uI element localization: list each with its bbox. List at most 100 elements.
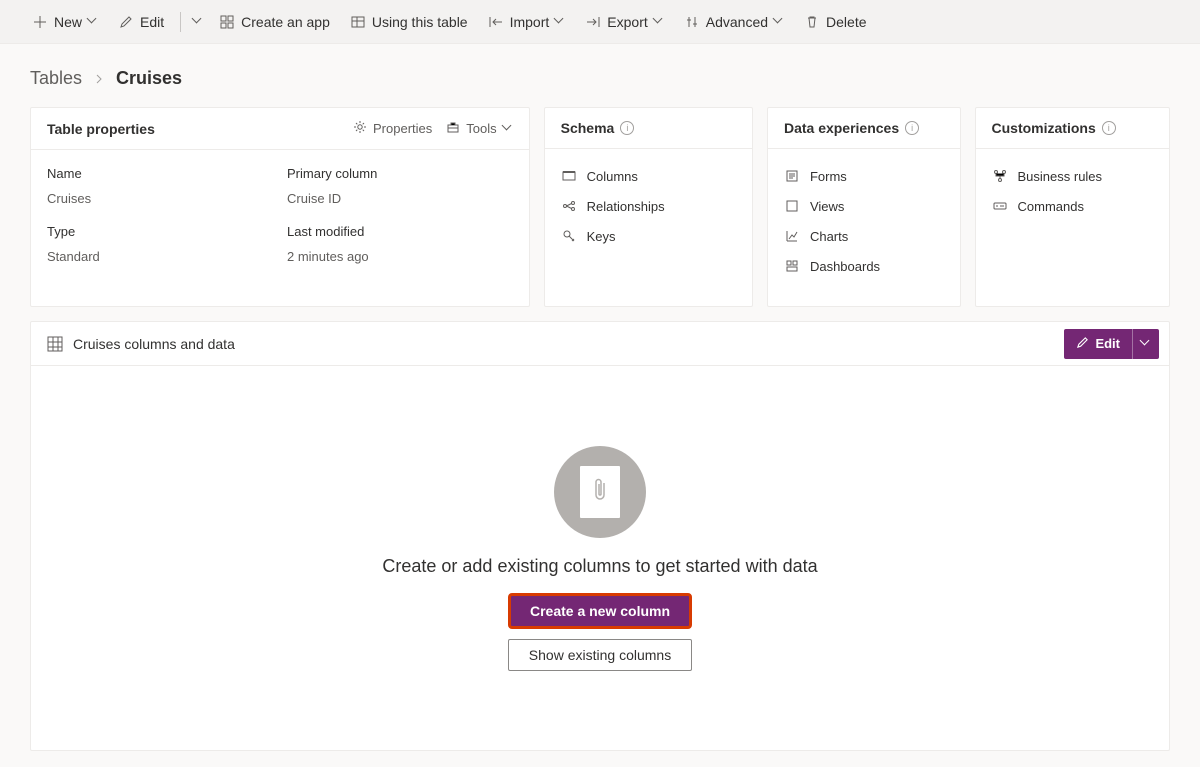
last-modified-value: 2 minutes ago <box>287 249 377 264</box>
last-modified-label: Last modified <box>287 224 377 239</box>
name-value: Cruises <box>47 191 247 206</box>
edit-dropdown-button[interactable] <box>1133 329 1159 359</box>
breadcrumb: Tables Cruises <box>0 44 1200 107</box>
chevron-down-icon <box>503 124 513 134</box>
new-label: New <box>54 14 82 30</box>
columns-label: Columns <box>587 169 638 184</box>
chevron-down-icon <box>555 17 565 27</box>
export-button[interactable]: Export <box>577 8 671 36</box>
command-bar: New Edit Create an app Using this table … <box>0 0 1200 44</box>
chevron-down-icon <box>193 17 203 27</box>
schema-card: Schema i Columns Relationships <box>544 107 753 307</box>
data-experiences-header: Data experiences i <box>768 108 960 149</box>
edit-data-label: Edit <box>1095 336 1120 351</box>
tools-link[interactable]: Tools <box>446 120 512 137</box>
properties-card: Table properties Properties Tools <box>30 107 530 307</box>
paperclip-icon <box>590 476 610 507</box>
edit-split-button: Edit <box>1064 329 1159 359</box>
schema-title: Schema <box>561 120 615 136</box>
type-value: Standard <box>47 249 247 264</box>
info-icon[interactable]: i <box>620 121 634 135</box>
name-label: Name <box>47 166 247 181</box>
create-column-button[interactable]: Create a new column <box>510 595 690 627</box>
export-icon <box>585 14 601 30</box>
properties-card-header: Table properties Properties Tools <box>31 108 529 150</box>
chevron-down-icon <box>774 17 784 27</box>
schema-card-header: Schema i <box>545 108 752 149</box>
using-table-label: Using this table <box>372 14 468 30</box>
commands-icon <box>992 198 1008 214</box>
edit-label: Edit <box>140 14 164 30</box>
primary-column-label: Primary column <box>287 166 377 181</box>
charts-link[interactable]: Charts <box>776 221 952 251</box>
relationships-link[interactable]: Relationships <box>553 191 744 221</box>
views-link[interactable]: Views <box>776 191 952 221</box>
views-icon <box>784 198 800 214</box>
columns-data-header: Cruises columns and data Edit <box>31 322 1169 366</box>
properties-link[interactable]: Properties <box>353 120 432 137</box>
columns-data-section: Cruises columns and data Edit Create or <box>30 321 1170 751</box>
charts-label: Charts <box>810 229 848 244</box>
relationships-label: Relationships <box>587 199 665 214</box>
commands-label: Commands <box>1018 199 1084 214</box>
plus-icon <box>32 14 48 30</box>
export-label: Export <box>607 14 647 30</box>
primary-column-value: Cruise ID <box>287 191 377 206</box>
customizations-header: Customizations i <box>976 108 1170 149</box>
views-label: Views <box>810 199 844 214</box>
settings-icon <box>684 14 700 30</box>
pencil-icon <box>1076 336 1089 352</box>
keys-label: Keys <box>587 229 616 244</box>
edit-data-button[interactable]: Edit <box>1064 329 1132 359</box>
import-button[interactable]: Import <box>480 8 574 36</box>
branch-icon <box>992 168 1008 184</box>
columns-icon <box>561 168 577 184</box>
breadcrumb-root[interactable]: Tables <box>30 68 82 89</box>
forms-link[interactable]: Forms <box>776 161 952 191</box>
data-experiences-title: Data experiences <box>784 120 899 136</box>
delete-button[interactable]: Delete <box>796 8 874 36</box>
app-icon <box>219 14 235 30</box>
dashboards-icon <box>784 258 800 274</box>
chevron-down-icon <box>654 17 664 27</box>
create-app-button[interactable]: Create an app <box>211 8 338 36</box>
charts-icon <box>784 228 800 244</box>
pencil-icon <box>118 14 134 30</box>
edit-button[interactable]: Edit <box>110 8 172 36</box>
chevron-down-icon <box>88 17 98 27</box>
info-icon[interactable]: i <box>905 121 919 135</box>
tools-link-label: Tools <box>466 121 496 136</box>
business-rules-label: Business rules <box>1018 169 1103 184</box>
gear-icon <box>353 120 367 137</box>
new-button[interactable]: New <box>24 8 106 36</box>
forms-label: Forms <box>810 169 847 184</box>
empty-state-graphic <box>554 446 646 538</box>
toolbox-icon <box>446 120 460 137</box>
trash-icon <box>804 14 820 30</box>
breadcrumb-current: Cruises <box>116 68 182 89</box>
properties-body: Name Cruises Type Standard Primary colum… <box>31 150 529 280</box>
customizations-card: Customizations i Business rules Commands <box>975 107 1171 307</box>
advanced-button[interactable]: Advanced <box>676 8 792 36</box>
summary-cards-row: Table properties Properties Tools <box>0 107 1200 307</box>
using-table-button[interactable]: Using this table <box>342 8 476 36</box>
forms-icon <box>784 168 800 184</box>
type-label: Type <box>47 224 247 239</box>
properties-title: Table properties <box>47 121 155 137</box>
table-icon <box>350 14 366 30</box>
edit-dropdown[interactable] <box>189 11 207 33</box>
chevron-right-icon <box>94 68 104 89</box>
empty-state: Create or add existing columns to get st… <box>31 366 1169 750</box>
separator <box>180 12 181 32</box>
import-label: Import <box>510 14 550 30</box>
business-rules-link[interactable]: Business rules <box>984 161 1162 191</box>
keys-link[interactable]: Keys <box>553 221 744 251</box>
commands-link[interactable]: Commands <box>984 191 1162 221</box>
dashboards-link[interactable]: Dashboards <box>776 251 952 281</box>
show-existing-columns-button[interactable]: Show existing columns <box>508 639 692 671</box>
empty-state-text: Create or add existing columns to get st… <box>382 556 817 577</box>
info-icon[interactable]: i <box>1102 121 1116 135</box>
advanced-label: Advanced <box>706 14 768 30</box>
columns-link[interactable]: Columns <box>553 161 744 191</box>
import-icon <box>488 14 504 30</box>
